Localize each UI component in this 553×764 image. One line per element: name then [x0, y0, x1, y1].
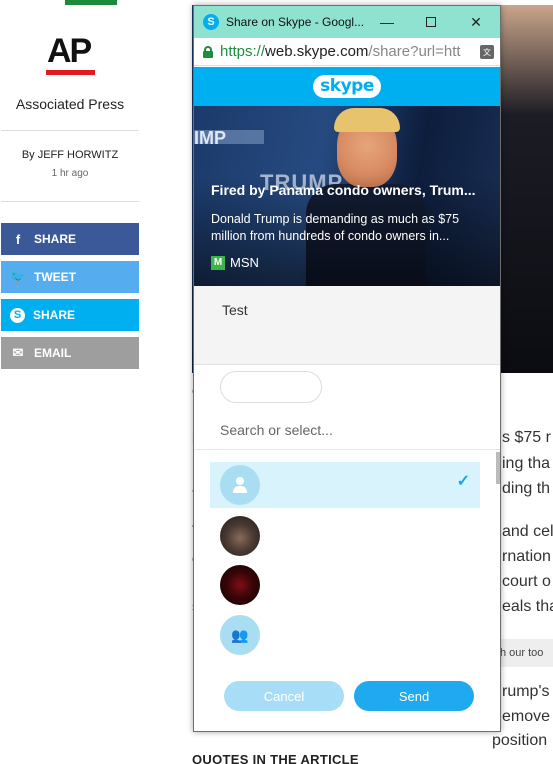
- ap-logo-underline: [46, 70, 95, 75]
- article-text-fragment: rnation: [502, 548, 551, 565]
- article-text-fragment: court o: [502, 573, 551, 590]
- top-accent-bar: [65, 0, 117, 5]
- translate-icon[interactable]: 文: [480, 45, 494, 59]
- minimize-button[interactable]: —: [364, 6, 410, 38]
- contact-item[interactable]: ✓: [210, 462, 480, 508]
- article-text-fragment: ing tha: [502, 455, 551, 472]
- contact-item[interactable]: [210, 562, 480, 608]
- contact-item[interactable]: 👥: [210, 612, 480, 658]
- twitter-icon: 🐦: [9, 269, 27, 284]
- publisher-name: Associated Press: [15, 96, 125, 112]
- article-text-fragment: rump's: [502, 683, 550, 700]
- recipient-chip[interactable]: [220, 371, 322, 403]
- email-icon: ✉: [12, 345, 24, 360]
- url-text: https://web.skype.com/share?url=htt: [220, 43, 461, 60]
- article-text-fragment: position: [492, 732, 548, 749]
- avatar: [220, 516, 260, 556]
- skype-header: skype: [194, 67, 500, 106]
- divider: [1, 130, 139, 131]
- checkmark-icon: ✓: [456, 473, 470, 490]
- facebook-icon: f: [15, 231, 21, 247]
- skype-logo: skype: [313, 75, 381, 98]
- address-bar[interactable]: https://web.skype.com/share?url=htt 文: [194, 38, 500, 66]
- maximize-button[interactable]: [408, 6, 454, 38]
- avatar: [220, 465, 260, 505]
- scrollbar-thumb[interactable]: [496, 452, 500, 484]
- close-button[interactable]: ✕: [453, 6, 499, 38]
- photo-sign-text: IMP: [194, 128, 227, 148]
- facebook-share-button[interactable]: f SHARE: [1, 223, 139, 255]
- skype-icon: S: [203, 14, 219, 30]
- share-button-label: SHARE: [33, 308, 76, 322]
- timestamp: 1 hr ago: [51, 168, 89, 179]
- email-share-button[interactable]: ✉ EMAIL: [1, 337, 139, 369]
- article-text-fragment: and cel: [502, 523, 553, 540]
- twitter-share-button[interactable]: 🐦 TWEET: [1, 261, 139, 293]
- message-input[interactable]: Test: [194, 286, 500, 365]
- skype-share-button[interactable]: S SHARE: [1, 299, 139, 331]
- share-button-label: EMAIL: [34, 346, 72, 360]
- divider: [1, 201, 139, 202]
- preview-source: M MSN: [211, 255, 259, 270]
- cancel-button[interactable]: Cancel: [224, 681, 344, 711]
- share-button-label: TWEET: [34, 270, 76, 284]
- preview-headline: Fired by Panama condo owners, Trum...: [211, 182, 476, 198]
- preview-description: Donald Trump is demanding as much as $75…: [211, 212, 460, 243]
- window-title: Share on Skype - Googl...: [226, 15, 365, 29]
- message-text: Test: [222, 302, 248, 318]
- search-input[interactable]: Search or select...: [220, 422, 333, 438]
- share-button-label: SHARE: [34, 232, 77, 246]
- lock-icon: [202, 45, 214, 58]
- article-tag: h our too: [492, 639, 553, 667]
- source-label: MSN: [230, 255, 259, 270]
- article-text-fragment: eals tha: [502, 598, 553, 615]
- person-icon: [232, 477, 248, 493]
- ap-logo: AP: [47, 32, 92, 70]
- skype-share-window: S Share on Skype - Googl... — ✕ https://…: [193, 5, 501, 732]
- avatar: [220, 565, 260, 605]
- article-text-fragment: emove: [502, 708, 551, 725]
- article-text-fragment: ding th: [502, 480, 551, 497]
- send-button[interactable]: Send: [354, 681, 474, 711]
- close-icon: ✕: [470, 13, 482, 30]
- skype-icon: S: [10, 307, 25, 323]
- byline: By JEFF HORWITZ: [21, 149, 119, 161]
- msn-icon: M: [211, 255, 225, 270]
- link-preview-card: IMP TRUMP Fired by Panama condo owners, …: [194, 106, 500, 286]
- quotes-heading: QUOTES IN THE ARTICLE: [192, 752, 359, 764]
- contact-item[interactable]: [210, 513, 480, 559]
- group-icon: 👥: [220, 615, 260, 655]
- article-text-fragment: s $75 r: [502, 429, 551, 446]
- divider: [194, 449, 500, 450]
- maximize-icon: [426, 17, 436, 27]
